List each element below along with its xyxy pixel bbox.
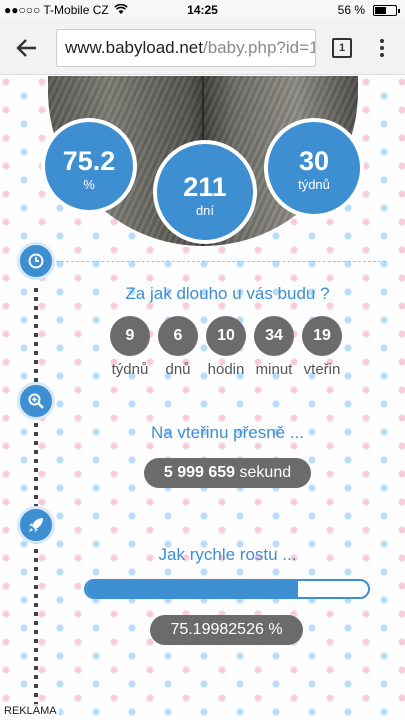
menu-dot	[380, 53, 384, 57]
countdown-hours-value: 10	[206, 316, 246, 356]
countdown-seconds-label: vteřin	[303, 361, 341, 378]
menu-dot	[380, 46, 384, 50]
stat-weeks-unit: týdnů	[298, 177, 330, 192]
growth-progress-fill	[86, 581, 299, 597]
countdown-seconds-value: 19	[302, 316, 342, 356]
growth-heading: Jak rychle rostu ...	[158, 545, 297, 564]
battery-percent: 56 %	[337, 3, 365, 17]
battery-icon	[373, 5, 400, 16]
battery-fill	[375, 7, 387, 14]
tab-switcher-button[interactable]: 1	[332, 38, 352, 58]
growth-progress-bar	[84, 579, 370, 599]
stat-percent-unit: %	[83, 177, 95, 192]
stat-days-circle: 211 dní	[153, 140, 257, 244]
stat-days-unit: dní	[195, 203, 215, 218]
stat-percent-value: 75.2	[62, 146, 116, 176]
browser-toolbar: www.babyload.net/baby.php?id=12 1	[0, 20, 405, 75]
status-bar: ●●○○○ T-Mobile CZ 14:25 56 %	[0, 0, 405, 20]
countdown-days-value: 6	[158, 316, 198, 356]
rocket-icon	[17, 506, 55, 544]
seconds-value: 5 999 659	[163, 464, 236, 481]
growth-percent-badge: 75.19982526 %	[150, 615, 303, 645]
clock-icon	[17, 242, 55, 280]
ad-label: REKLAMA	[2, 704, 59, 718]
seconds-heading: Na vteřinu přesně ...	[150, 423, 305, 442]
page-content: 75.2 % 211 dní 30 týdnů Za jak dlouho u …	[0, 76, 405, 720]
stat-weeks-circle: 30 týdnů	[264, 118, 364, 218]
menu-dot	[380, 39, 384, 43]
battery-nub	[398, 9, 400, 13]
countdown-minutes-value: 34	[254, 316, 294, 356]
stat-weeks-value: 30	[298, 146, 330, 176]
address-bar[interactable]: www.babyload.net/baby.php?id=12	[56, 29, 316, 67]
countdown-weeks-value: 9	[110, 316, 150, 356]
countdown-heading: Za jak dlouho u vás budu ?	[125, 284, 330, 303]
stat-percent-circle: 75.2 %	[41, 118, 137, 214]
url-host: www.babyload.net	[65, 38, 203, 57]
seconds-badge: 5 999 659 sekund	[144, 458, 311, 488]
url-path: /baby.php?id=12	[202, 38, 316, 57]
zoom-in-icon	[17, 382, 55, 420]
stat-days-value: 211	[183, 172, 227, 202]
timeline-divider	[56, 261, 386, 262]
overflow-menu-icon[interactable]	[372, 37, 392, 59]
seconds-unit: sekund	[239, 464, 292, 481]
back-arrow-icon[interactable]	[14, 35, 40, 61]
timeline-line	[34, 288, 38, 708]
